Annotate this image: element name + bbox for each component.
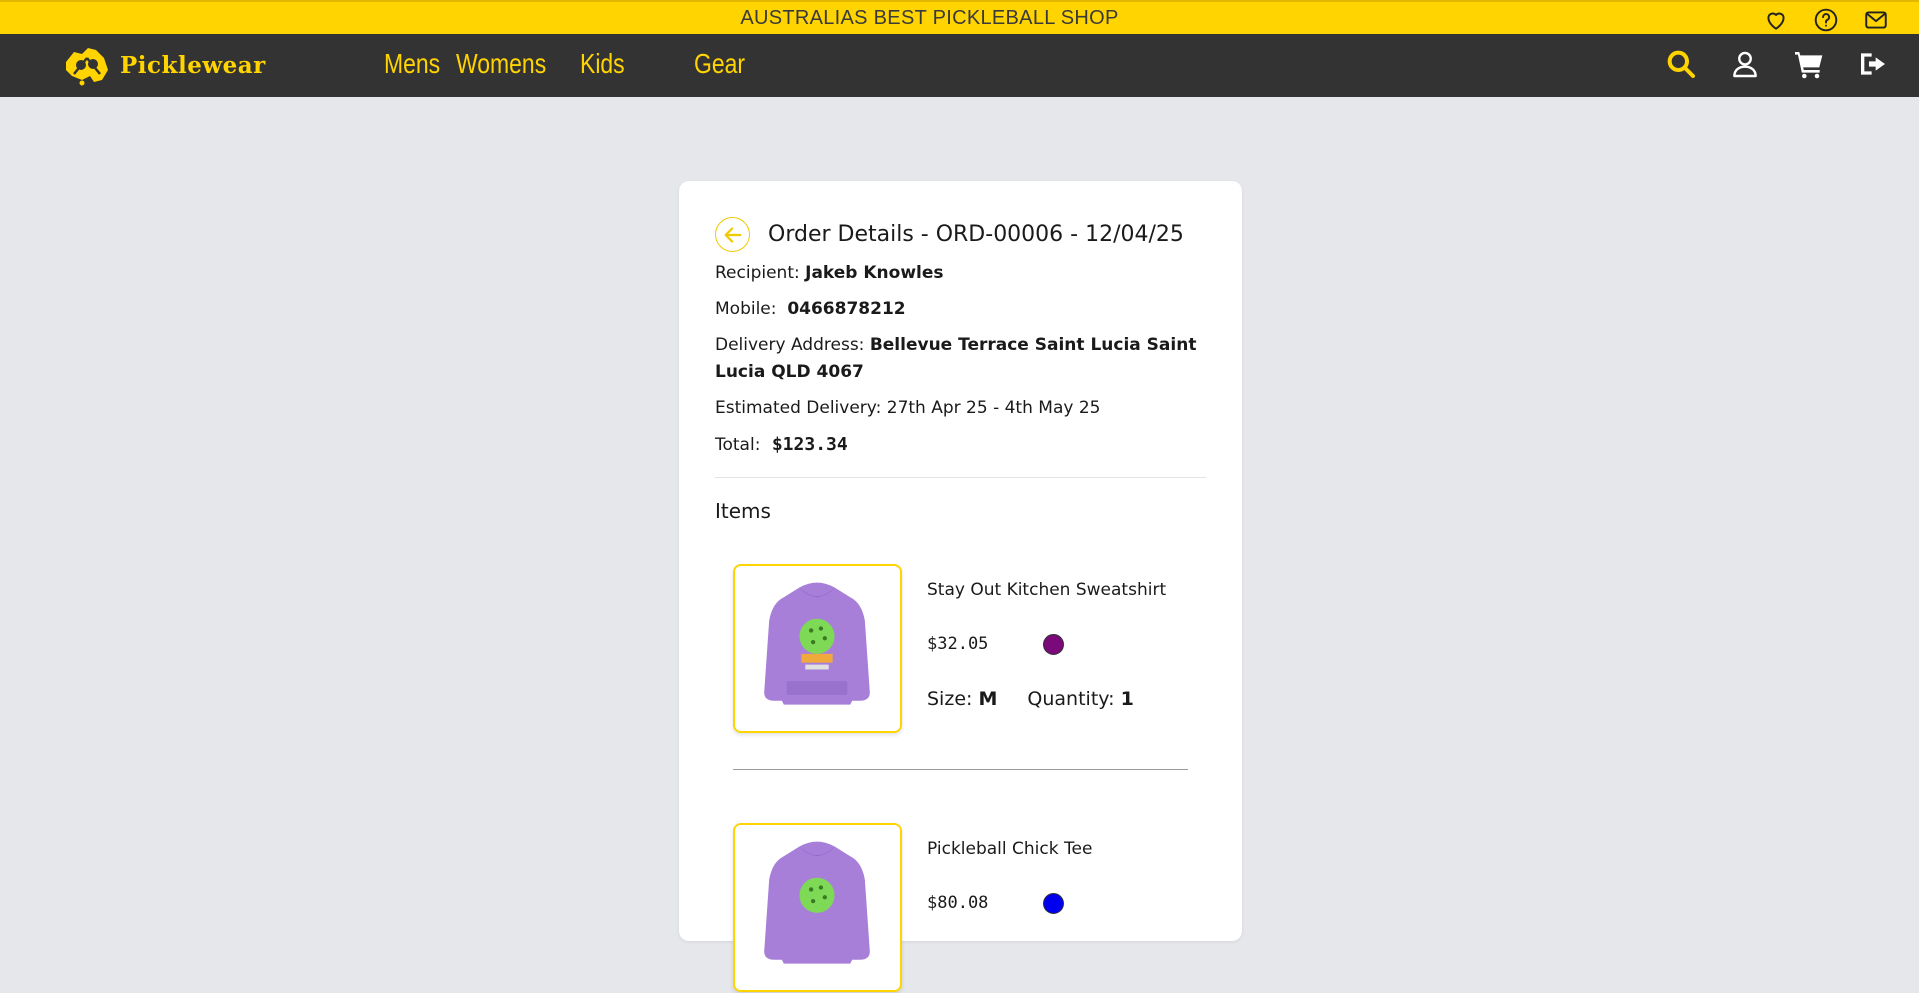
product-name[interactable]: Pickleball Chick Tee — [927, 839, 1092, 859]
brand-name: Picklewear — [120, 51, 266, 79]
nav-actions — [1665, 48, 1889, 80]
cart-icon[interactable] — [1793, 48, 1825, 80]
order-details-card: Order Details - ORD-00006 - 12/04/25 Rec… — [679, 181, 1242, 992]
quantity-value: 1 — [1120, 688, 1134, 710]
brand-home-link[interactable]: Picklewear — [60, 42, 266, 88]
quantity-label: Quantity: — [1027, 688, 1115, 710]
product-price: $32.05 — [927, 634, 989, 654]
total-value: $123.34 — [771, 434, 848, 455]
recipient-row: Recipient: Jakeb Knowles — [715, 260, 944, 287]
nav-link-womens[interactable]: Womens — [456, 48, 558, 80]
announcement-bar: AUSTRALIAS BEST PICKLEBALL SHOP — [0, 0, 1919, 34]
total-label: Total: — [715, 435, 761, 455]
mobile-row: Mobile: 0466878212 — [715, 296, 906, 323]
details-divider — [715, 477, 1206, 478]
product-meta: Size: M Quantity: 1 — [927, 688, 1134, 710]
address-row: Delivery Address: Bellevue Terrace Saint… — [715, 332, 1206, 386]
nav-link-mens[interactable]: Mens — [384, 48, 443, 80]
order-item: Pickleball Chick Tee $80.08 — [733, 823, 1188, 993]
estimated-delivery-label: Estimated Delivery: — [715, 398, 882, 418]
help-icon[interactable] — [1813, 7, 1839, 33]
announcement-text: AUSTRALIAS BEST PICKLEBALL SHOP — [740, 7, 1119, 29]
size-value: M — [978, 688, 998, 710]
nav-links: Mens Womens Kids Gear — [384, 48, 764, 80]
mail-icon[interactable] — [1863, 7, 1889, 33]
order-item: Stay Out Kitchen Sweatshirt $32.05 Size:… — [733, 564, 1188, 734]
items-heading: Items — [715, 499, 771, 523]
mobile-label: Mobile: — [715, 299, 777, 319]
mobile-value: 0466878212 — [787, 299, 906, 319]
nav-link-kids[interactable]: Kids — [580, 48, 673, 80]
arrow-left-icon — [724, 226, 741, 243]
nav-link-gear[interactable]: Gear — [694, 48, 751, 80]
total-row: Total: $123.34 — [715, 431, 848, 459]
color-swatch — [1043, 893, 1064, 914]
product-price: $80.08 — [927, 893, 989, 913]
recipient-label: Recipient: — [715, 263, 800, 283]
search-icon[interactable] — [1665, 48, 1697, 80]
back-button[interactable] — [715, 217, 750, 252]
topbar-icons — [1763, 7, 1889, 33]
estimated-delivery-value: 27th Apr 25 - 4th May 25 — [886, 398, 1101, 418]
main-nav: Picklewear Mens Womens Kids Gear — [0, 34, 1919, 97]
address-label: Delivery Address: — [715, 335, 865, 355]
product-image[interactable] — [733, 823, 902, 992]
estimated-delivery-row: Estimated Delivery: 27th Apr 25 - 4th Ma… — [715, 395, 1100, 422]
product-image[interactable] — [733, 564, 902, 733]
size-label: Size: — [927, 688, 973, 710]
heart-icon[interactable] — [1763, 7, 1789, 33]
user-icon[interactable] — [1729, 48, 1761, 80]
logout-icon[interactable] — [1857, 48, 1889, 80]
color-swatch — [1043, 634, 1064, 655]
recipient-value: Jakeb Knowles — [805, 263, 944, 283]
order-title: Order Details - ORD-00006 - 12/04/25 — [768, 222, 1184, 247]
hoodie-image — [735, 566, 900, 731]
product-name[interactable]: Stay Out Kitchen Sweatshirt — [927, 580, 1166, 600]
order-header: Order Details - ORD-00006 - 12/04/25 — [715, 217, 1184, 252]
item-divider — [733, 769, 1188, 770]
brand-logo-icon — [66, 48, 108, 86]
hoodie-image — [735, 825, 900, 990]
